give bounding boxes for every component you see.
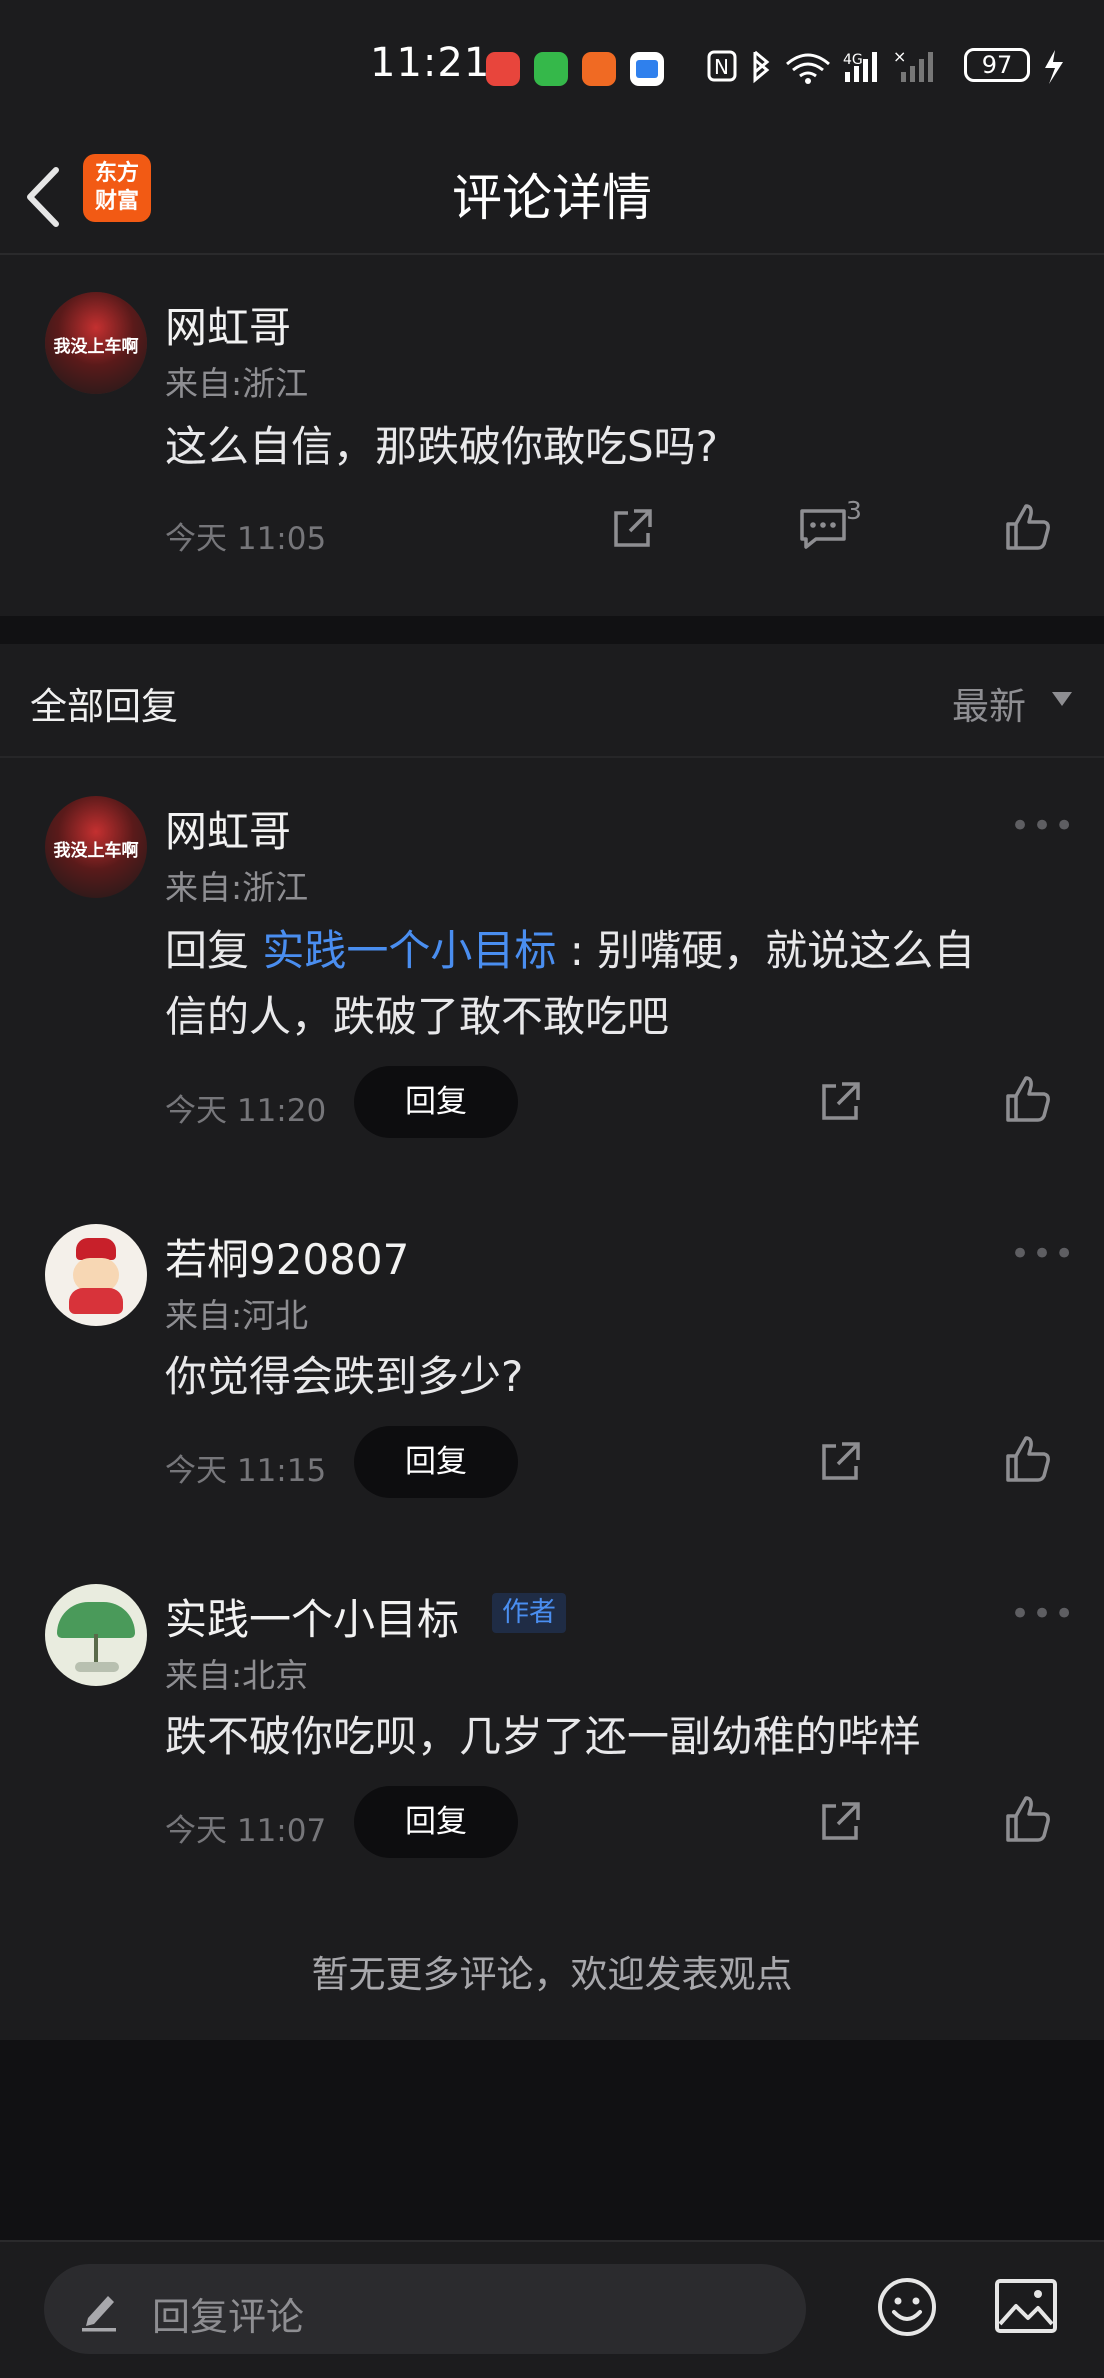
share-icon[interactable]: [816, 1078, 864, 1126]
pencil-icon: [82, 2296, 116, 2332]
avatar[interactable]: [45, 1224, 147, 1326]
replies-title: 全部回复: [30, 685, 178, 728]
author-name[interactable]: 网虹哥: [165, 294, 291, 355]
reply-to-link[interactable]: 实践一个小目标: [262, 926, 556, 975]
avatar[interactable]: [45, 1584, 147, 1686]
more-options-icon[interactable]: •••: [1010, 806, 1076, 846]
app-notification-icon-orange: [582, 52, 616, 86]
avatar[interactable]: 我没上车啊: [45, 796, 147, 898]
svg-text:4G: 4G: [843, 52, 863, 68]
top-navigation-bar: 东方 财富 评论详情: [0, 140, 1104, 255]
section-divider: [0, 616, 1104, 644]
reply-button[interactable]: 回复: [354, 1426, 518, 1498]
like-icon[interactable]: [1004, 1074, 1052, 1124]
status-time: 11:21: [370, 40, 491, 86]
like-icon[interactable]: [1004, 502, 1052, 552]
reply-text: 跌不破你吃呗，几岁了还一副幼稚的哔样: [165, 1712, 922, 1761]
caret-down-icon[interactable]: [1052, 692, 1072, 706]
image-icon[interactable]: [994, 2278, 1058, 2334]
comment-count: 3: [846, 496, 862, 525]
comment-icon[interactable]: [798, 505, 848, 553]
reply-time: 今天 11:07: [165, 1813, 327, 1849]
reply-text: 你觉得会跌到多少?: [165, 1352, 524, 1401]
battery-indicator: 97: [964, 48, 1030, 82]
phone-icon: [534, 52, 568, 86]
reply-button[interactable]: 回复: [354, 1786, 518, 1858]
emoji-icon[interactable]: [876, 2276, 938, 2338]
svg-text:N: N: [714, 55, 729, 79]
comment-text: 这么自信，那跌破你敢吃S吗?: [165, 422, 718, 471]
input-placeholder: 回复评论: [152, 2295, 305, 2339]
sort-dropdown[interactable]: 最新: [952, 676, 1026, 730]
author-badge: 作者: [492, 1593, 566, 1633]
reply-text: 回复 实践一个小目标 : 别嘴硬，就说这么自 信的人，跌破了敢不敢吃吧: [165, 926, 976, 1041]
reply-button[interactable]: 回复: [354, 1066, 518, 1138]
more-options-icon[interactable]: •••: [1010, 1234, 1076, 1274]
status-bar: 11:21 N 4G × 97: [0, 0, 1104, 140]
author-location: 来自:河北: [165, 1296, 309, 1335]
author-name[interactable]: 若桐920807: [165, 1226, 409, 1287]
calendar-icon: [630, 52, 664, 86]
share-icon[interactable]: [608, 505, 656, 553]
author-name[interactable]: 实践一个小目标: [165, 1586, 459, 1647]
share-icon[interactable]: [816, 1798, 864, 1846]
comment-time: 今天 11:05: [165, 521, 327, 557]
replies-header: 全部回复 最新: [0, 644, 1104, 758]
reply-comment-input[interactable]: 回复评论: [44, 2264, 806, 2354]
share-icon[interactable]: [816, 1438, 864, 1486]
like-icon[interactable]: [1004, 1434, 1052, 1484]
app-notification-icon: [486, 52, 520, 86]
avatar[interactable]: 我没上车啊: [45, 292, 147, 394]
reply-time: 今天 11:15: [165, 1453, 327, 1489]
reply-time: 今天 11:20: [165, 1093, 327, 1129]
svg-text:×: ×: [893, 47, 906, 66]
more-options-icon[interactable]: •••: [1010, 1594, 1076, 1634]
empty-area: [0, 2040, 1104, 2240]
no-more-comments-note: 暂无更多评论，欢迎发表观点: [311, 1953, 793, 1996]
bottom-input-bar: 回复评论: [0, 2240, 1104, 2378]
author-name[interactable]: 网虹哥: [165, 798, 291, 859]
author-location: 来自:浙江: [165, 364, 309, 403]
author-location: 来自:北京: [165, 1656, 309, 1695]
author-location: 来自:浙江: [165, 868, 309, 907]
page-title: 评论详情: [452, 169, 652, 227]
like-icon[interactable]: [1004, 1794, 1052, 1844]
